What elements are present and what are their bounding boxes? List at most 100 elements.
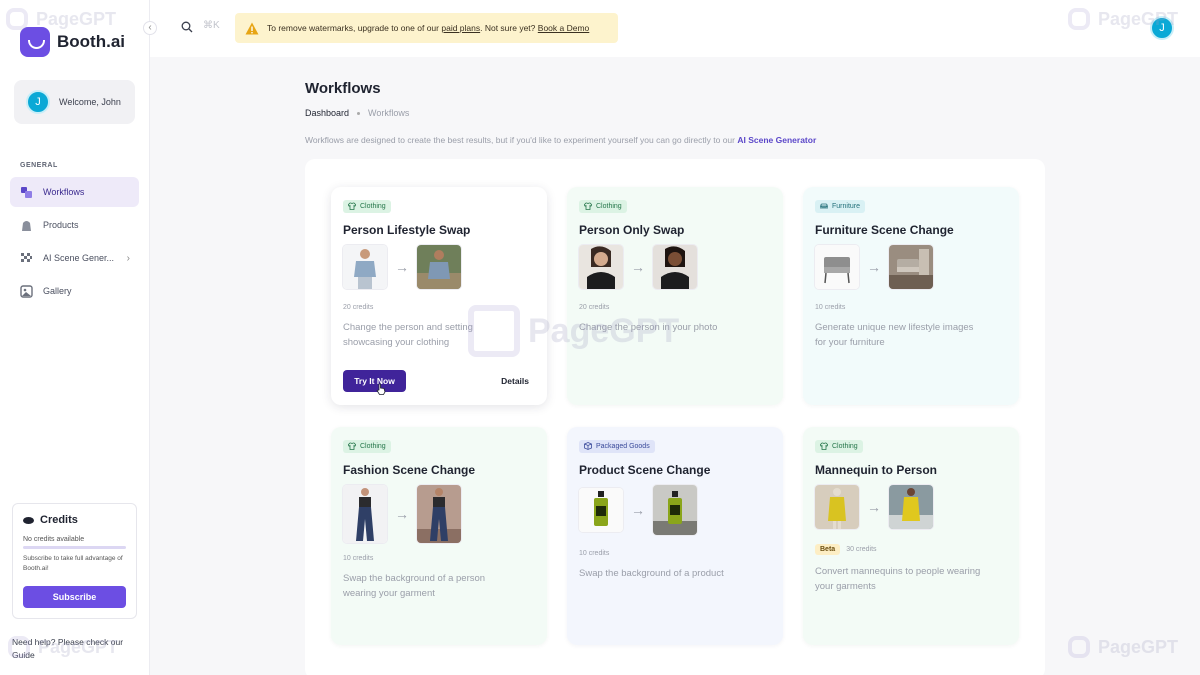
- search-shortcut: ⌘K: [203, 20, 220, 31]
- before-image: [343, 245, 387, 289]
- page-title: Workflows: [305, 80, 381, 97]
- sidebar-item-label: Workflows: [43, 187, 85, 197]
- chevron-left-icon[interactable]: ‹: [143, 21, 157, 35]
- subscribe-button[interactable]: Subscribe: [23, 586, 126, 608]
- paid-plans-link[interactable]: paid plans: [441, 23, 480, 33]
- sidebar-item-label: Products: [43, 220, 79, 230]
- sidebar-item-ai-scene-generator[interactable]: AI Scene Gener... ›: [10, 243, 139, 273]
- arrow-right-icon: →: [631, 502, 645, 518]
- chevron-right-icon: ›: [126, 252, 130, 264]
- workflow-card-person-lifestyle-swap[interactable]: Clothing Person Lifestyle Swap → 20 cred…: [331, 187, 547, 405]
- beta-badge: Beta: [815, 544, 841, 555]
- arrow-right-icon: →: [867, 499, 881, 515]
- watermark-text: PageGPT: [1098, 8, 1179, 29]
- banner-text: To remove watermarks, upgrade to one of …: [267, 23, 589, 33]
- sidebar-item-workflows[interactable]: Workflows: [10, 177, 139, 207]
- watermark-banner: To remove watermarks, upgrade to one of …: [235, 13, 618, 43]
- category-tag-label: Clothing: [596, 202, 622, 210]
- sidebar-item-products[interactable]: Products: [10, 210, 139, 240]
- watermark: PageGPT: [1068, 636, 1178, 658]
- welcome-text: Welcome, John: [59, 97, 121, 107]
- breadcrumb-dashboard[interactable]: Dashboard: [305, 108, 349, 118]
- watermark-text: PageGPT: [528, 311, 680, 350]
- credits-cost: 20 credits: [343, 304, 374, 311]
- avatar: J: [26, 90, 50, 114]
- credits-progress-bar: [23, 546, 126, 549]
- category-tag-label: Furniture: [832, 202, 861, 210]
- before-image: [579, 488, 623, 532]
- breadcrumb-workflows: Workflows: [368, 108, 410, 118]
- watermark-text: PageGPT: [1098, 636, 1179, 657]
- sidebar-item-gallery[interactable]: Gallery: [10, 276, 139, 306]
- booth-logo-icon: [20, 27, 50, 57]
- card-title: Person Only Swap: [579, 223, 685, 237]
- card-description: Swap the background of a product: [579, 568, 724, 579]
- ai-scene-generator-link[interactable]: AI Scene Generator: [737, 135, 816, 145]
- nav-section-label: GENERAL: [20, 162, 58, 169]
- sidebar-nav: Workflows Products AI Scene Gener... › G…: [10, 177, 139, 309]
- after-image: [417, 245, 461, 289]
- workflow-card-furniture-scene-change[interactable]: Furniture Furniture Scene Change → 10 cr…: [803, 187, 1019, 405]
- watermark-logo-icon: [1068, 8, 1090, 30]
- banner-text-start: To remove watermarks, upgrade to one of …: [267, 23, 439, 33]
- search-icon[interactable]: [181, 21, 193, 33]
- coins-icon: [23, 516, 34, 524]
- card-meta: 10 credits: [815, 304, 1007, 311]
- category-tag: Clothing: [815, 439, 863, 453]
- details-link[interactable]: Details: [501, 376, 529, 386]
- card-title: Fashion Scene Change: [343, 463, 476, 477]
- after-image: [417, 485, 461, 543]
- warning-icon: [245, 22, 259, 35]
- sofa-icon: [820, 203, 828, 209]
- workflow-card-mannequin-to-person[interactable]: Clothing Mannequin to Person → Beta 30 c…: [803, 427, 1019, 645]
- card-images: →: [579, 245, 771, 289]
- shirt-icon: [584, 202, 592, 210]
- intro-text-body: Workflows are designed to create the bes…: [305, 135, 735, 145]
- banner-text-middle: . Not sure yet?: [480, 23, 536, 33]
- welcome-card[interactable]: J Welcome, John: [14, 80, 135, 124]
- card-meta: Beta 30 credits: [815, 544, 1007, 555]
- logo[interactable]: Booth.ai: [20, 27, 125, 57]
- workflow-card-fashion-scene-change[interactable]: Clothing Fashion Scene Change → 10 credi…: [331, 427, 547, 645]
- workflows-panel: Clothing Person Lifestyle Swap → 20 cred…: [305, 159, 1045, 675]
- ai-scene-icon: [20, 252, 33, 265]
- card-images: →: [815, 245, 1007, 289]
- sidebar-item-label: AI Scene Gener...: [43, 253, 115, 263]
- logo-text: Booth.ai: [57, 32, 125, 51]
- category-tag: Clothing: [343, 439, 391, 453]
- watermark-text: PageGPT: [38, 636, 119, 657]
- before-image: [815, 245, 859, 289]
- book-demo-link[interactable]: Book a Demo: [538, 23, 590, 33]
- after-image: [889, 485, 933, 529]
- before-image: [579, 245, 623, 289]
- watermark-logo-icon: [468, 305, 520, 357]
- sidebar-item-label: Gallery: [43, 286, 72, 296]
- card-description: Convert mannequins to people wearing you…: [815, 566, 981, 592]
- try-it-now-button[interactable]: Try It Now: [343, 370, 406, 392]
- shirt-icon: [348, 442, 356, 450]
- before-image: [343, 485, 387, 543]
- category-tag-label: Clothing: [832, 442, 858, 450]
- breadcrumb: Dashboard Workflows: [305, 108, 409, 118]
- workflow-card-person-only-swap[interactable]: Clothing Person Only Swap → 20 credits C…: [567, 187, 783, 405]
- card-images: →: [343, 245, 535, 289]
- category-tag-label: Packaged Goods: [596, 442, 650, 450]
- watermark: PageGPT: [1068, 8, 1178, 30]
- watermark-text: PageGPT: [36, 8, 117, 29]
- intro-text: Workflows are designed to create the bes…: [305, 135, 816, 145]
- watermark: PageGPT: [6, 8, 116, 30]
- credits-cost: 10 credits: [343, 555, 374, 562]
- credits-cost: 10 credits: [579, 550, 610, 557]
- card-title: Product Scene Change: [579, 463, 711, 477]
- sidebar: Booth.ai J Welcome, John GENERAL Workflo…: [0, 0, 150, 675]
- workflow-card-product-scene-change[interactable]: Packaged Goods Product Scene Change → 10…: [567, 427, 783, 645]
- watermark-logo-icon: [8, 636, 30, 658]
- card-title: Mannequin to Person: [815, 463, 938, 477]
- category-tag: Clothing: [343, 199, 391, 213]
- watermark: PageGPT: [8, 636, 118, 658]
- category-tag-label: Clothing: [360, 442, 386, 450]
- after-image: [653, 245, 697, 289]
- arrow-right-icon: →: [867, 259, 881, 275]
- card-images: →: [579, 485, 771, 535]
- shirt-icon: [820, 442, 828, 450]
